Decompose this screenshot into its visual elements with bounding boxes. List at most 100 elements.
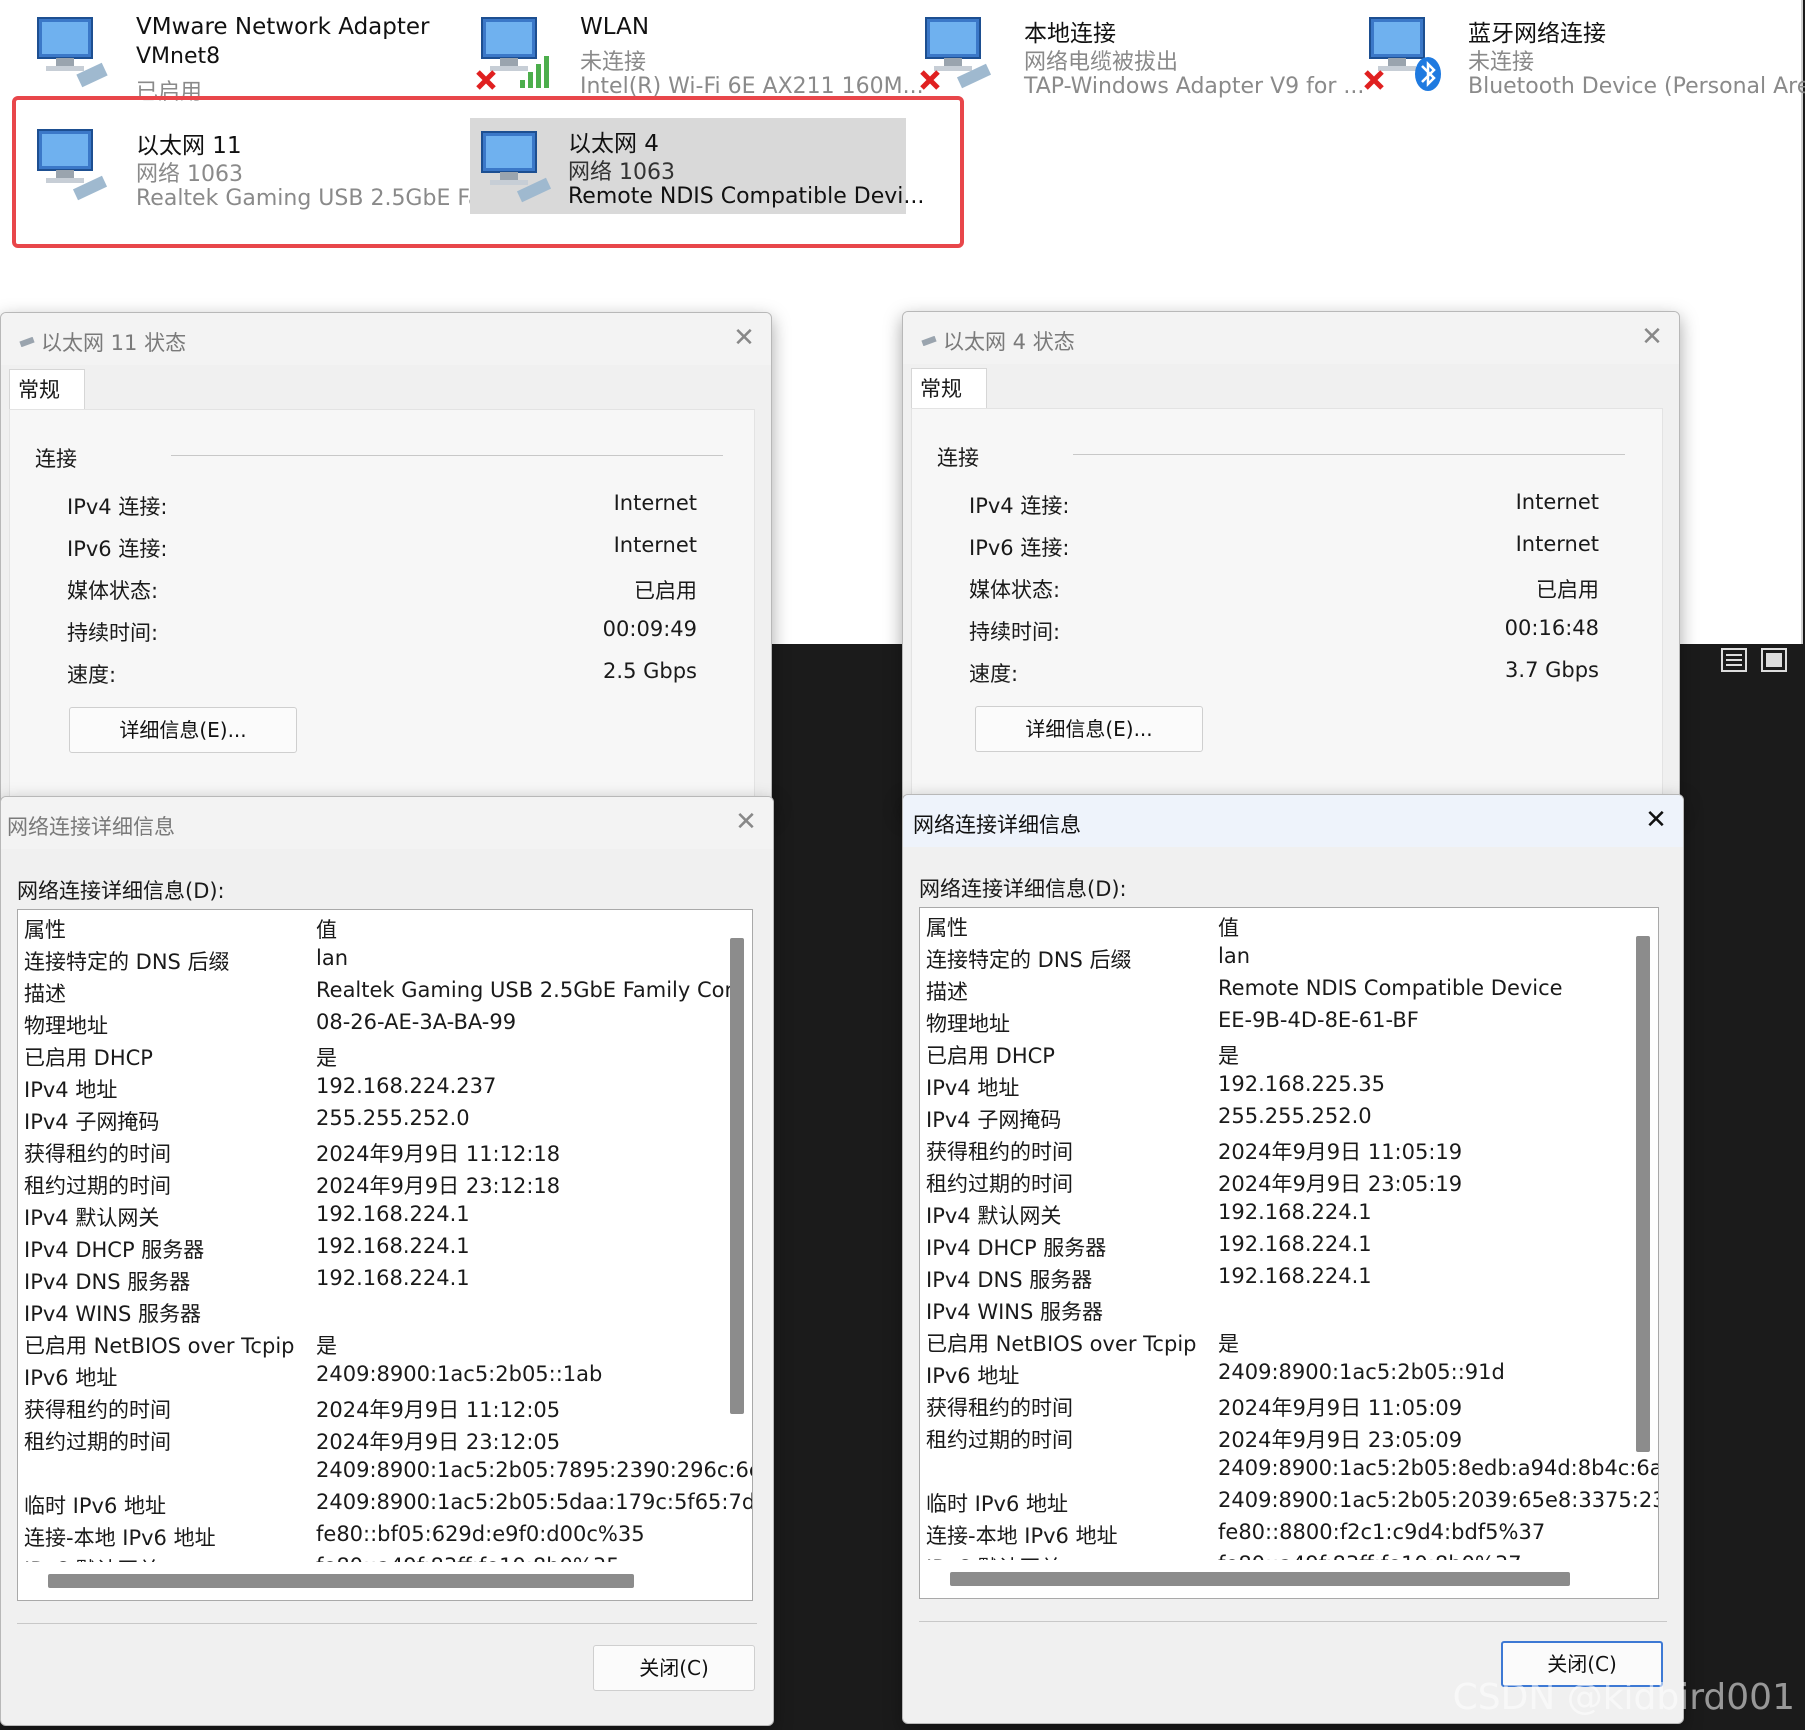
value-cell: 255.255.252.0 <box>1218 1104 1372 1128</box>
property-cell: IPv4 DHCP 服务器 <box>926 1236 1107 1260</box>
network-small-icon <box>921 336 937 346</box>
bluetooth-adapter-icon <box>1364 17 1441 91</box>
dialog-titlebar: 以太网 4 状态 ✕ <box>903 312 1679 364</box>
value-cell: 2024年9月9日 23:12:05 <box>316 1430 561 1454</box>
general-panel <box>9 409 755 813</box>
value-cell: 2409:8900:1ac5:2b05:8edb:a94d:8b4c:6aa <box>1218 1456 1659 1480</box>
status-value: Internet <box>1515 490 1599 514</box>
status-value: Internet <box>613 491 697 515</box>
column-header-property[interactable]: 属性 <box>926 912 968 942</box>
column-header-property[interactable]: 属性 <box>24 914 66 944</box>
property-cell: 临时 IPv6 地址 <box>24 1494 166 1518</box>
adapter-status: VMnet8 <box>136 44 221 69</box>
details-label: 网络连接详细信息(D): <box>17 879 225 903</box>
close-icon[interactable]: ✕ <box>731 325 757 351</box>
status-key: IPv4 连接: <box>969 494 1070 518</box>
status-value: 00:16:48 <box>1504 616 1599 640</box>
value-cell: 是 <box>1218 1332 1239 1356</box>
value-cell: 2409:8900:1ac5:2b05:7895:2390:296c:6c7 <box>316 1458 753 1482</box>
vertical-scrollbar[interactable] <box>1636 936 1650 1452</box>
dialog-title: 以太网 11 状态 <box>41 331 187 355</box>
property-cell: 物理地址 <box>926 1012 1010 1036</box>
value-cell: Remote NDIS Compatible Device <box>1218 976 1563 1000</box>
dialog-title: 以太网 4 状态 <box>943 330 1075 354</box>
property-cell: 已启用 DHCP <box>926 1044 1055 1068</box>
status-value: Internet <box>1515 532 1599 556</box>
status-value: 2.5 Gbps <box>603 659 697 683</box>
adapter-bluetooth[interactable]: 蓝牙网络连接 未连接 Bluetooth Device (Personal Ar… <box>1344 0 1805 99</box>
status-key: 媒体状态: <box>969 578 1061 602</box>
close-icon[interactable]: ✕ <box>1643 807 1669 833</box>
property-cell: IPv4 地址 <box>926 1076 1020 1100</box>
adapter-name: WLAN <box>580 14 650 40</box>
adapter-vmnet8[interactable]: VMware Network Adapter VMnet8 已启用 <box>12 0 452 105</box>
property-cell: 已启用 DHCP <box>24 1046 153 1070</box>
column-header-value[interactable]: 值 <box>316 914 337 944</box>
large-icons-view-icon[interactable] <box>1760 646 1788 674</box>
property-cell: 连接特定的 DNS 后缀 <box>24 950 230 974</box>
property-cell: 获得租约的时间 <box>24 1398 171 1422</box>
value-cell: lan <box>1218 944 1251 968</box>
section-divider <box>171 455 723 456</box>
details-button[interactable]: 详细信息(E)... <box>975 706 1203 752</box>
property-cell: 租约过期的时间 <box>926 1428 1073 1452</box>
section-divider <box>1073 454 1625 455</box>
status-value: 3.7 Gbps <box>1505 658 1599 682</box>
property-cell: 连接-本地 IPv6 地址 <box>24 1526 216 1550</box>
value-cell: 192.168.224.1 <box>1218 1232 1372 1256</box>
dialog-titlebar: 网络连接详细信息 ✕ <box>1 797 773 849</box>
value-cell: 192.168.224.1 <box>1218 1200 1372 1224</box>
vertical-scrollbar[interactable] <box>730 938 744 1414</box>
property-cell: IPv4 DHCP 服务器 <box>24 1238 205 1262</box>
property-cell: 连接-本地 IPv6 地址 <box>926 1524 1118 1548</box>
property-cell: 租约过期的时间 <box>24 1430 171 1454</box>
property-cell: IPv4 默认网关 <box>926 1204 1062 1228</box>
property-cell: IPv4 子网掩码 <box>926 1108 1062 1132</box>
horizontal-scrollbar[interactable] <box>950 1572 1570 1586</box>
details-button[interactable]: 详细信息(E)... <box>69 707 297 753</box>
property-cell: 描述 <box>926 980 968 1004</box>
property-cell: IPv4 子网掩码 <box>24 1110 160 1134</box>
status-dialog-ethernet-4: 以太网 4 状态 ✕ 常规 连接 IPv4 连接: Internet IPv6 连… <box>902 311 1680 813</box>
adapter-name: VMware Network Adapter <box>136 14 430 40</box>
property-cell: 已启用 NetBIOS over Tcpip <box>926 1332 1197 1356</box>
column-header-value[interactable]: 值 <box>1218 912 1239 942</box>
network-adapter-icon <box>37 17 108 88</box>
property-cell: IPv6 地址 <box>926 1364 1020 1388</box>
value-cell: 2409:8900:1ac5:2b05::91d <box>1218 1360 1505 1384</box>
status-key: 速度: <box>969 662 1019 686</box>
value-cell: 是 <box>316 1046 337 1070</box>
property-cell: IPv4 DNS 服务器 <box>24 1270 191 1294</box>
tab-general[interactable]: 常规 <box>911 368 987 408</box>
value-cell: Realtek Gaming USB 2.5GbE Family Con <box>316 978 738 1002</box>
details-list[interactable]: 属性 值 连接特定的 DNS 后缀 lan 描述 Realtek Gaming USB… <box>17 909 753 1601</box>
adapter-local[interactable]: 本地连接 网络电缆被拔出 TAP-Windows Adapter V9 for … <box>900 0 1364 99</box>
value-cell: fe80::bf05:629d:e9f0:d00c%35 <box>316 1522 645 1546</box>
details-list[interactable]: 属性 值 连接特定的 DNS 后缀 lan 描述 Remote NDIS Compat… <box>919 907 1659 1599</box>
status-key: IPv6 连接: <box>67 537 168 561</box>
tab-general[interactable]: 常规 <box>9 369 85 409</box>
property-cell: IPv4 地址 <box>24 1078 118 1102</box>
value-cell: 2024年9月9日 23:05:19 <box>1218 1172 1463 1196</box>
button-divider <box>17 1623 757 1624</box>
value-cell: 2024年9月9日 23:12:18 <box>316 1174 561 1198</box>
value-cell: 是 <box>316 1334 337 1358</box>
horizontal-scrollbar[interactable] <box>48 1574 634 1588</box>
adapter-name: 蓝牙网络连接 <box>1468 21 1606 47</box>
close-button[interactable]: 关闭(C) <box>593 1645 755 1691</box>
value-cell: 2409:8900:1ac5:2b05:5daa:179c:5f65:7dd <box>316 1490 753 1514</box>
details-dialog-ethernet-11: 网络连接详细信息 ✕ 网络连接详细信息(D): 属性 值 连接特定的 DNS 后缀… <box>0 796 774 1726</box>
network-adapter-icon <box>920 17 992 90</box>
value-cell: 2024年9月9日 11:12:18 <box>316 1142 561 1166</box>
details-view-icon[interactable] <box>1720 646 1748 674</box>
close-icon[interactable]: ✕ <box>1639 324 1665 350</box>
adapter-wlan[interactable]: WLAN 未连接 Intel(R) Wi-Fi 6E AX211 160M... <box>456 0 924 99</box>
value-cell: 255.255.252.0 <box>316 1106 470 1130</box>
property-cell: IPv4 WINS 服务器 <box>926 1300 1103 1324</box>
status-value: 00:09:49 <box>602 617 697 641</box>
close-icon[interactable]: ✕ <box>733 809 759 835</box>
value-cell: 2024年9月9日 11:05:09 <box>1218 1396 1463 1420</box>
status-key: 持续时间: <box>67 621 159 645</box>
section-connection: 连接 <box>937 446 979 470</box>
status-value: 已启用 <box>1536 578 1599 602</box>
